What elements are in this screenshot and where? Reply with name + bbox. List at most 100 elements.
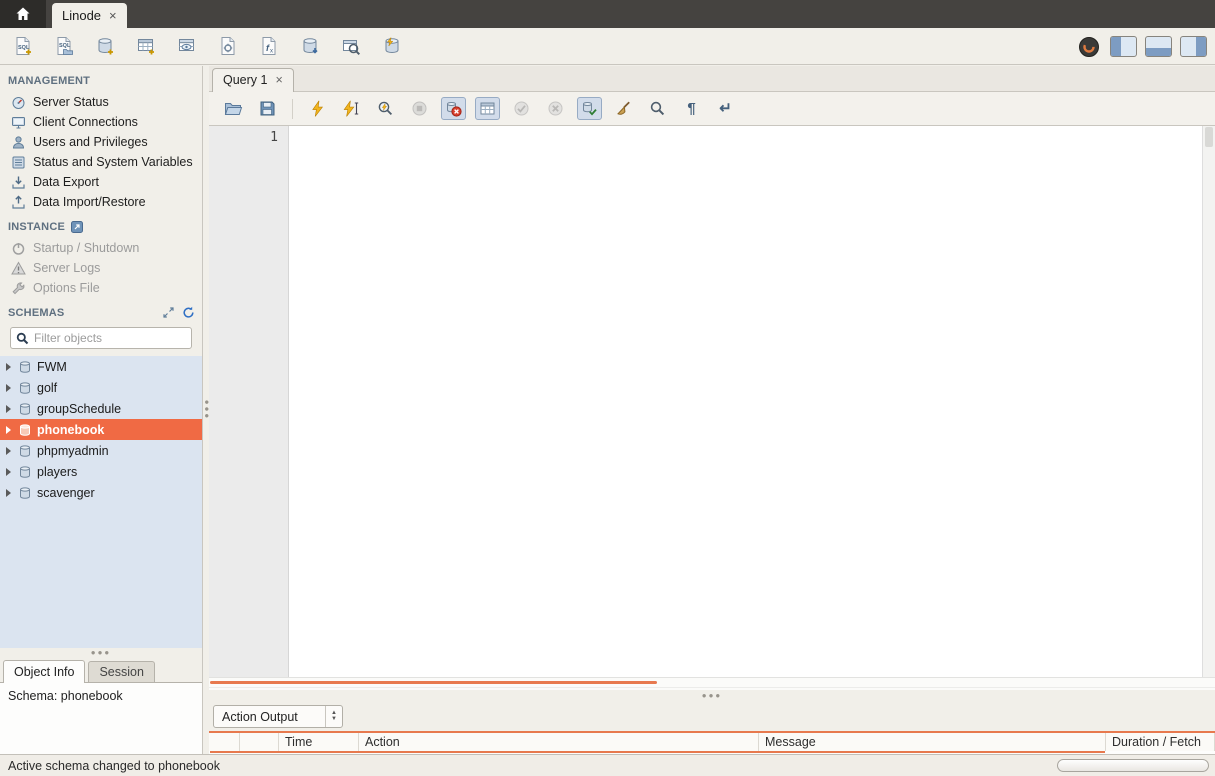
- schema-icon: [18, 486, 32, 500]
- server-status-icon: [11, 95, 26, 110]
- toggle-bottom-panel-button[interactable]: [1145, 36, 1172, 57]
- show-invisibles-button[interactable]: ¶: [679, 97, 704, 120]
- sidebar-item-server-logs[interactable]: Server Logs: [0, 258, 202, 278]
- search-table-data-button[interactable]: [338, 33, 364, 59]
- sidebar-panel-splitter[interactable]: ●●●: [0, 648, 202, 657]
- expand-arrow-icon[interactable]: [6, 405, 11, 413]
- toggle-stop-on-error-button[interactable]: [441, 97, 466, 120]
- sidebar-item-system-variables[interactable]: Status and System Variables: [0, 152, 202, 172]
- open-sql-script-button[interactable]: SQL: [51, 33, 77, 59]
- toggle-wrap-button[interactable]: ↵: [713, 97, 738, 120]
- expand-arrow-icon[interactable]: [6, 468, 11, 476]
- expand-arrow-icon[interactable]: [6, 489, 11, 497]
- bottom-panel-fill-icon: [1146, 48, 1171, 56]
- expand-arrow-icon[interactable]: [6, 447, 11, 455]
- column-header-duration[interactable]: Duration / Fetch: [1106, 733, 1215, 751]
- line-number-gutter: 1: [209, 126, 289, 677]
- output-selector[interactable]: Action Output ▲▼: [213, 705, 343, 728]
- expand-arrow-icon[interactable]: [6, 384, 11, 392]
- dump-database-button[interactable]: [297, 33, 323, 59]
- create-procedure-button[interactable]: [215, 33, 241, 59]
- editor-text-area[interactable]: [289, 126, 1202, 677]
- close-icon[interactable]: ×: [109, 8, 117, 23]
- connection-tabstrip: Linode ×: [0, 0, 1215, 28]
- object-info-panel: Schema: phonebook: [0, 682, 202, 754]
- create-table-button[interactable]: [133, 33, 159, 59]
- sidebar-item-options-file[interactable]: Options File: [0, 278, 202, 298]
- editor-vertical-scrollbar[interactable]: [1202, 126, 1215, 677]
- refresh-schemas-icon[interactable]: [182, 306, 195, 319]
- toggle-left-panel-button[interactable]: [1110, 36, 1137, 57]
- schema-filter-input[interactable]: [34, 331, 186, 345]
- expand-arrow-icon[interactable]: [6, 426, 11, 434]
- sidebar-item-label: Client Connections: [33, 115, 138, 129]
- system-variables-icon: [11, 155, 26, 170]
- output-scroll-thumb[interactable]: [210, 751, 1105, 753]
- tab-query-1[interactable]: Query 1 ×: [212, 68, 294, 92]
- schema-name: phonebook: [37, 423, 104, 437]
- search-icon: [16, 332, 29, 345]
- schema-name: phpmyadmin: [37, 444, 109, 458]
- selector-stepper-icon[interactable]: ▲▼: [325, 706, 342, 727]
- rollback-button[interactable]: [543, 97, 568, 120]
- find-button[interactable]: [645, 97, 670, 120]
- editor-horizontal-scrollbar[interactable]: [209, 677, 1215, 690]
- vscroll-thumb[interactable]: [1205, 127, 1213, 147]
- editor-output-splitter[interactable]: ●●●: [209, 690, 1215, 702]
- schema-row-players[interactable]: players: [0, 461, 202, 482]
- tab-session[interactable]: Session: [88, 661, 154, 682]
- column-header-time[interactable]: Time: [279, 733, 359, 751]
- sidebar-item-server-status[interactable]: Server Status: [0, 92, 202, 112]
- create-view-button[interactable]: [174, 33, 200, 59]
- expand-arrow-icon[interactable]: [6, 363, 11, 371]
- expand-schemas-icon[interactable]: [162, 306, 175, 319]
- tab-object-info[interactable]: Object Info: [3, 660, 85, 683]
- sidebar-item-users-privileges[interactable]: Users and Privileges: [0, 132, 202, 152]
- column-header-index[interactable]: [240, 733, 279, 751]
- schema-icon: [18, 402, 32, 416]
- toolbar-separator: [292, 99, 293, 119]
- schema-row-phpmyadmin[interactable]: phpmyadmin: [0, 440, 202, 461]
- schema-name: groupSchedule: [37, 402, 121, 416]
- schema-row-golf[interactable]: golf: [0, 377, 202, 398]
- stop-button[interactable]: [407, 97, 432, 120]
- toggle-right-panel-button[interactable]: [1180, 36, 1207, 57]
- reconnect-dbms-button[interactable]: [379, 33, 405, 59]
- execute-current-button[interactable]: [339, 97, 364, 120]
- pilcrow-icon: ¶: [687, 101, 695, 116]
- commit-button[interactable]: [509, 97, 534, 120]
- sidebar-item-client-connections[interactable]: Client Connections: [0, 112, 202, 132]
- beautify-button[interactable]: [611, 97, 636, 120]
- create-schema-button[interactable]: [92, 33, 118, 59]
- limit-rows-button[interactable]: [475, 97, 500, 120]
- sidebar-item-label: Data Import/Restore: [33, 195, 146, 209]
- create-function-button[interactable]: fx: [256, 33, 282, 59]
- home-tab[interactable]: [0, 0, 46, 28]
- schema-row-groupschedule[interactable]: groupSchedule: [0, 398, 202, 419]
- schema-row-phonebook[interactable]: phonebook: [0, 419, 202, 440]
- line-number: 1: [270, 130, 278, 145]
- sidebar-item-data-export[interactable]: Data Export: [0, 172, 202, 192]
- column-header-icon[interactable]: [209, 733, 240, 751]
- home-icon: [15, 6, 31, 22]
- new-query-tab-button[interactable]: SQL: [10, 33, 36, 59]
- sidebar-item-data-import[interactable]: Data Import/Restore: [0, 192, 202, 212]
- open-script-button[interactable]: [221, 97, 246, 120]
- save-script-button[interactable]: [255, 97, 280, 120]
- toggle-autocommit-button[interactable]: [577, 97, 602, 120]
- explain-button[interactable]: [373, 97, 398, 120]
- object-info-text: Schema: phonebook: [8, 689, 123, 703]
- hscroll-thumb[interactable]: [210, 681, 657, 684]
- sidebar-item-label: Options File: [33, 281, 100, 295]
- execute-button[interactable]: [305, 97, 330, 120]
- sidebar-item-startup-shutdown[interactable]: Startup / Shutdown: [0, 238, 202, 258]
- column-header-message[interactable]: Message: [759, 733, 1106, 751]
- instance-section-header: INSTANCE: [0, 212, 202, 238]
- column-header-action[interactable]: Action: [359, 733, 759, 751]
- connection-tab[interactable]: Linode ×: [52, 3, 127, 28]
- close-icon[interactable]: ×: [275, 73, 282, 87]
- schema-row-fwm[interactable]: FWM: [0, 356, 202, 377]
- data-export-icon: [11, 175, 26, 190]
- schema-row-scavenger[interactable]: scavenger: [0, 482, 202, 503]
- schema-icon: [18, 444, 32, 458]
